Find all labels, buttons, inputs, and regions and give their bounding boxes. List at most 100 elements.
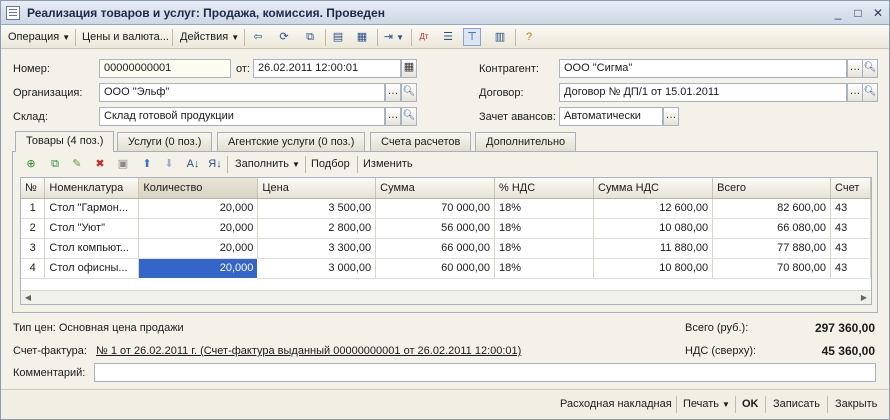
nomenclature-cell[interactable]: Стол офисны...	[44, 258, 140, 279]
amount-cell[interactable]: 70 000,00	[375, 198, 496, 219]
nomenclature-cell[interactable]: Стол "Уют"	[44, 218, 140, 239]
vat-amount-cell[interactable]: 10 800,00	[593, 258, 714, 279]
refresh-icon[interactable]: ⟳	[275, 28, 293, 46]
contract-select-button[interactable]: …	[847, 83, 863, 102]
advance-offset-field[interactable]: Автоматически	[559, 107, 663, 126]
counterparty-select-button[interactable]: …	[847, 59, 863, 78]
vat-amount-cell[interactable]: 10 080,00	[593, 218, 714, 239]
nomenclature-cell[interactable]: Стол компьют...	[44, 238, 140, 259]
quantity-cell[interactable]: 20,000	[138, 238, 259, 259]
vat-rate-cell[interactable]: 18%	[494, 258, 595, 279]
price-cell[interactable]: 3 300,00	[257, 238, 377, 259]
horizontal-scrollbar[interactable]: ◀ ▶	[21, 290, 871, 304]
warehouse-open-icon[interactable]: 🔍︎	[401, 107, 417, 126]
table-row[interactable]: 3 Стол компьют... 20,000 3 300,00 66 000…	[21, 238, 871, 259]
change-button[interactable]: Изменить	[363, 156, 413, 174]
table-row[interactable]: 2 Стол "Уют" 20,000 2 800,00 56 000,00 1…	[21, 218, 871, 239]
column-header[interactable]: Всего	[712, 178, 832, 199]
copy-row-icon[interactable]: ⧉	[47, 156, 63, 172]
move-down-icon[interactable]: ⬇	[161, 156, 177, 172]
post-document-icon[interactable]: ▤	[329, 28, 347, 46]
quantity-cell[interactable]: 20,000	[138, 198, 259, 219]
edit-row-icon[interactable]: ✎	[69, 156, 85, 172]
waybill-button[interactable]: Расходная накладная	[560, 398, 672, 410]
help-icon[interactable]: ?	[520, 28, 538, 46]
column-header[interactable]: Цена	[257, 178, 377, 199]
row-number-cell[interactable]: 2	[21, 218, 46, 239]
account-cell[interactable]: 43	[830, 218, 871, 239]
sort-ascending-icon[interactable]: A↓	[185, 156, 201, 172]
table-row[interactable]: 4 Стол офисны... 20,000 3 000,00 60 000,…	[21, 257, 871, 279]
date-field[interactable]: 26.02.2011 12:00:01	[253, 59, 401, 78]
close-window-button[interactable]: ✕	[869, 5, 887, 21]
advance-offset-select-button[interactable]: …	[663, 107, 679, 126]
scroll-left-icon[interactable]: ◀	[21, 291, 35, 304]
contract-field[interactable]: Договор № ДП/1 от 15.01.2011	[559, 83, 847, 102]
tab-additional[interactable]: Дополнительно	[475, 132, 577, 151]
vat-rate-cell[interactable]: 18%	[494, 218, 595, 239]
warehouse-field[interactable]: Склад готовой продукции	[99, 107, 385, 126]
organization-open-icon[interactable]: 🔍︎	[401, 83, 417, 102]
row-number-cell[interactable]: 3	[21, 238, 46, 259]
column-header[interactable]: Сумма НДС	[593, 178, 714, 199]
unpost-document-icon[interactable]: ▦	[353, 28, 371, 46]
create-based-on-icon[interactable]: ⇥ ▼	[381, 28, 407, 46]
row-number-cell[interactable]: 1	[21, 198, 46, 219]
account-cell[interactable]: 43	[830, 238, 871, 259]
tab-services[interactable]: Услуги (0 поз.)	[117, 132, 213, 151]
minimize-button[interactable]: _	[829, 5, 847, 21]
column-header[interactable]: Сумма	[375, 178, 496, 199]
invoice-link[interactable]: № 1 от 26.02.2011 г. (Счет-фактура выдан…	[96, 345, 521, 357]
number-field[interactable]: 00000000001	[99, 59, 231, 78]
counterparty-open-icon[interactable]: 🔍︎	[862, 59, 878, 78]
organization-field[interactable]: ООО "Эльф"	[99, 83, 385, 102]
comment-field[interactable]	[94, 363, 876, 382]
structure-icon[interactable]: ⊤	[463, 28, 481, 46]
copy-icon[interactable]: ⧉	[301, 28, 319, 46]
column-header[interactable]: №	[21, 178, 46, 199]
fill-menu[interactable]: Заполнить ▼	[235, 156, 300, 174]
total-cell[interactable]: 66 080,00	[712, 218, 832, 239]
quantity-cell[interactable]: 20,000	[138, 257, 259, 279]
sort-descending-icon[interactable]: Я↓	[207, 156, 223, 172]
column-header[interactable]: Количество	[138, 178, 259, 199]
debit-credit-icon[interactable]: Дт	[415, 28, 433, 46]
panel-icon[interactable]: ▥	[491, 28, 509, 46]
tab-agent-services[interactable]: Агентские услуги (0 поз.)	[217, 132, 366, 151]
tab-goods[interactable]: Товары (4 поз.)	[15, 131, 115, 152]
price-cell[interactable]: 3 000,00	[257, 258, 377, 279]
vat-rate-cell[interactable]: 18%	[494, 238, 595, 259]
price-cell[interactable]: 3 500,00	[257, 198, 377, 219]
add-row-icon[interactable]: ⊕	[23, 156, 39, 172]
table-row[interactable]: 1 Стол "Гармон... 20,000 3 500,00 70 000…	[21, 198, 871, 219]
tab-settlement-accounts[interactable]: Счета расчетов	[370, 132, 472, 151]
end-edit-icon[interactable]: ▣	[115, 156, 131, 172]
amount-cell[interactable]: 66 000,00	[375, 238, 496, 259]
amount-cell[interactable]: 56 000,00	[375, 218, 496, 239]
move-up-icon[interactable]: ⬆	[139, 156, 155, 172]
total-cell[interactable]: 70 800,00	[712, 258, 832, 279]
contract-open-icon[interactable]: 🔍︎	[862, 83, 878, 102]
account-cell[interactable]: 43	[830, 198, 871, 219]
report-icon[interactable]: ☰	[439, 28, 457, 46]
price-cell[interactable]: 2 800,00	[257, 218, 377, 239]
organization-select-button[interactable]: …	[385, 83, 401, 102]
close-button[interactable]: Закрыть	[835, 398, 877, 410]
total-cell[interactable]: 82 600,00	[712, 198, 832, 219]
vat-amount-cell[interactable]: 12 600,00	[593, 198, 714, 219]
operation-menu[interactable]: Операция ▼	[6, 30, 72, 46]
account-cell[interactable]: 43	[830, 258, 871, 279]
column-header[interactable]: % НДС	[494, 178, 595, 199]
total-cell[interactable]: 77 880,00	[712, 238, 832, 259]
pick-button[interactable]: Подбор	[311, 156, 350, 174]
nomenclature-cell[interactable]: Стол "Гармон...	[44, 198, 140, 219]
column-header[interactable]: Счет	[830, 178, 871, 199]
quantity-cell[interactable]: 20,000	[138, 218, 259, 239]
actions-menu[interactable]: Действия ▼	[178, 30, 241, 46]
save-button[interactable]: Записать	[773, 398, 820, 410]
prices-currency-button[interactable]: Цены и валюта...	[80, 30, 171, 46]
vat-rate-cell[interactable]: 18%	[494, 198, 595, 219]
delete-row-icon[interactable]: ✖	[92, 156, 108, 172]
amount-cell[interactable]: 60 000,00	[375, 258, 496, 279]
print-menu[interactable]: Печать ▼	[683, 398, 730, 410]
